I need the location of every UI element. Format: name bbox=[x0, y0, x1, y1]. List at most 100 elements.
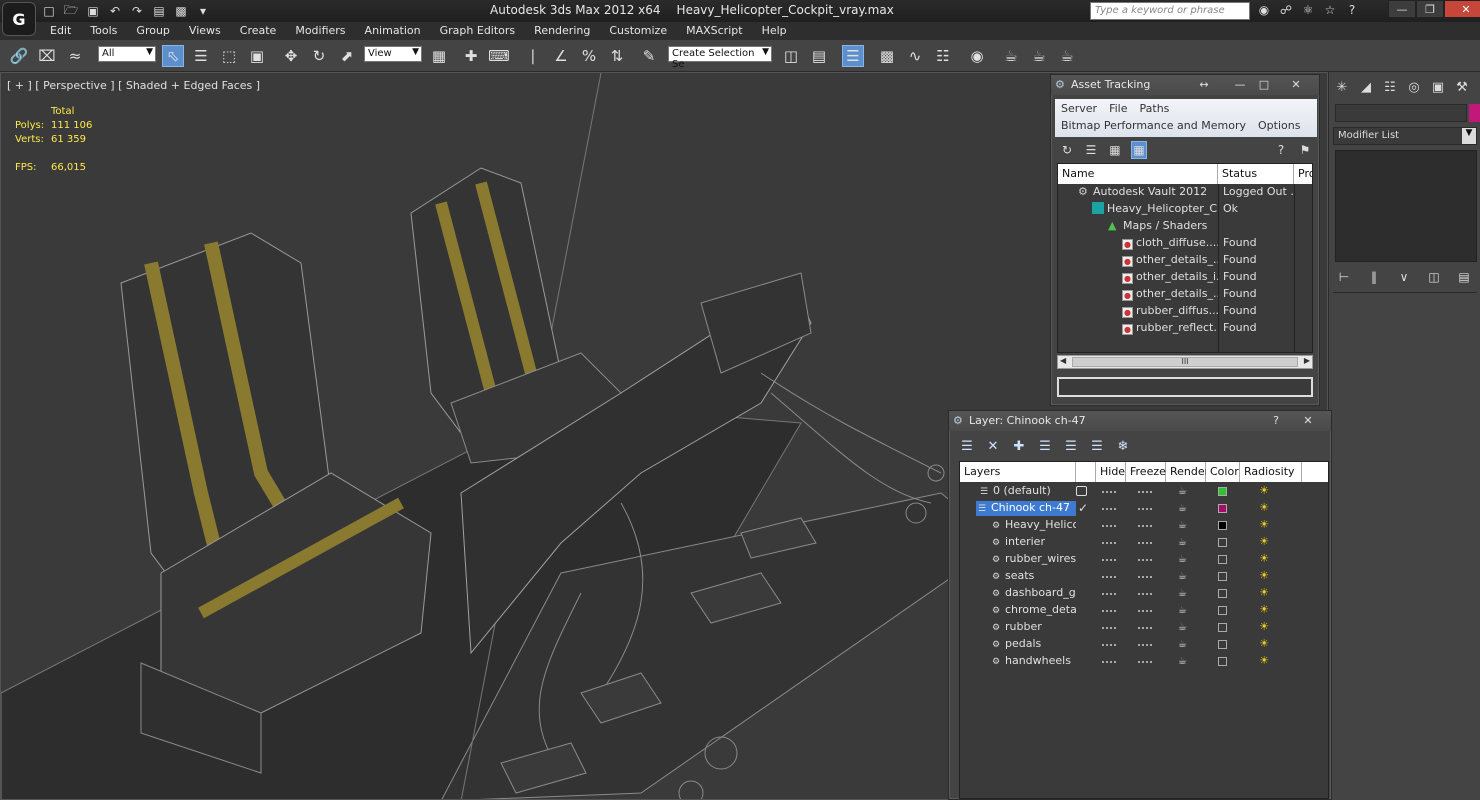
table-row[interactable]: ▲ Maps / Shaders bbox=[1058, 218, 1312, 235]
hide-unhide-all-layers-icon[interactable]: ☰ bbox=[1089, 437, 1105, 455]
select-objects-in-layer-icon[interactable]: ☰ bbox=[1037, 437, 1053, 455]
select-and-manipulate-icon[interactable]: ✚ bbox=[460, 45, 482, 67]
layer-row[interactable]: ⚙ rubber ☕ ☀ bbox=[960, 619, 1328, 636]
select-and-link-icon[interactable]: 🔗 bbox=[8, 45, 30, 67]
favorites-star-icon[interactable]: ☆ bbox=[1322, 2, 1338, 18]
close-button[interactable]: ✕ bbox=[1444, 0, 1480, 18]
layer-color-swatch[interactable] bbox=[1218, 504, 1227, 513]
table-view-icon[interactable]: ▦ bbox=[1130, 141, 1148, 159]
bind-to-space-warp-icon[interactable]: ≈ bbox=[64, 45, 86, 67]
project-folder-icon[interactable]: ▩ bbox=[172, 2, 190, 20]
hierarchy-tab-icon[interactable]: ☷ bbox=[1381, 78, 1399, 96]
save-file-icon[interactable]: ▣ bbox=[84, 2, 102, 20]
column-status[interactable]: Status bbox=[1218, 164, 1294, 184]
layer-color-swatch[interactable] bbox=[1218, 640, 1227, 649]
scrollbar-thumb[interactable]: III bbox=[1072, 357, 1298, 367]
hide-toggle[interactable] bbox=[1102, 610, 1116, 612]
freeze-toggle[interactable] bbox=[1138, 542, 1152, 544]
table-row[interactable]: ● other_details_i... Found bbox=[1058, 269, 1312, 286]
freeze-toggle[interactable] bbox=[1138, 593, 1152, 595]
column-render[interactable]: Render bbox=[1166, 462, 1209, 482]
freeze-toggle[interactable] bbox=[1138, 576, 1152, 578]
help-icon[interactable]: ? bbox=[1263, 413, 1289, 428]
schematic-view-icon[interactable]: ☷ bbox=[932, 45, 954, 67]
add-selected-to-layer-icon[interactable]: ✚ bbox=[1011, 437, 1027, 455]
select-and-move-icon[interactable]: ✥ bbox=[280, 45, 302, 67]
quick-access-dropdown-icon[interactable]: ▾ bbox=[194, 2, 212, 20]
layer-manager-icon[interactable]: ☰ bbox=[842, 45, 864, 67]
select-object-icon[interactable]: ⬁ bbox=[162, 45, 184, 67]
thumbnail-view-icon[interactable]: ▦ bbox=[1107, 141, 1123, 159]
column-freeze[interactable]: Freeze bbox=[1126, 462, 1166, 482]
render-teapot-icon[interactable]: ☕ bbox=[1178, 639, 1192, 650]
table-row[interactable]: ● rubber_diffus.... Found bbox=[1058, 303, 1312, 320]
close-icon[interactable]: ✕ bbox=[1283, 77, 1309, 92]
radiosity-light-icon[interactable]: ☀ bbox=[1256, 637, 1272, 652]
create-new-layer-icon[interactable]: ☰ bbox=[959, 437, 975, 455]
select-by-name-icon[interactable]: ☰ bbox=[190, 45, 212, 67]
render-teapot-icon[interactable]: ☕ bbox=[1178, 537, 1192, 548]
viewport-label[interactable]: [ + ] [ Perspective ] [ Shaded + Edged F… bbox=[7, 79, 260, 92]
list-view-icon[interactable]: ☰ bbox=[1083, 141, 1099, 159]
table-row[interactable]: ● cloth_diffuse.... Found bbox=[1058, 235, 1312, 252]
hide-toggle[interactable] bbox=[1102, 525, 1116, 527]
select-and-rotate-icon[interactable]: ↻ bbox=[308, 45, 330, 67]
menu-file[interactable]: File bbox=[1109, 102, 1127, 115]
remove-modifier-icon[interactable]: ◫ bbox=[1425, 268, 1443, 286]
layer-row[interactable]: ⚙ interier ☕ ☀ bbox=[960, 534, 1328, 551]
pin-stack-icon[interactable]: ⊢ bbox=[1335, 268, 1353, 286]
modifier-stack[interactable] bbox=[1335, 150, 1477, 262]
render-teapot-icon[interactable]: ☕ bbox=[1178, 622, 1192, 633]
application-button-icon[interactable]: G bbox=[2, 2, 36, 36]
layer-row[interactable]: ☰ 0 (default) ☕ ☀ bbox=[960, 483, 1328, 500]
context-help-icon[interactable]: ⚑ bbox=[1297, 141, 1313, 159]
freeze-toggle[interactable] bbox=[1138, 610, 1152, 612]
highlight-selected-layer-icon[interactable]: ☰ bbox=[1063, 437, 1079, 455]
menu-paths[interactable]: Paths bbox=[1140, 102, 1170, 115]
freeze-unfreeze-all-layers-icon[interactable]: ❄ bbox=[1115, 437, 1131, 455]
radiosity-light-icon[interactable]: ☀ bbox=[1256, 535, 1272, 550]
motion-tab-icon[interactable]: ◎ bbox=[1405, 78, 1423, 96]
undo-icon[interactable]: ↶ bbox=[106, 2, 124, 20]
hold-icon[interactable]: ▤ bbox=[150, 2, 168, 20]
help-icon[interactable]: ? bbox=[1273, 141, 1289, 159]
subscription-icon[interactable]: ☍ bbox=[1278, 2, 1294, 18]
radiosity-light-icon[interactable]: ☀ bbox=[1256, 484, 1272, 499]
render-teapot-icon[interactable]: ☕ bbox=[1178, 588, 1192, 599]
render-setup-icon[interactable]: ☕ bbox=[1000, 45, 1022, 67]
menu-create[interactable]: Create bbox=[234, 22, 290, 40]
rectangular-selection-icon[interactable]: ⬚ bbox=[218, 45, 240, 67]
scroll-left-icon[interactable]: ◀ bbox=[1060, 356, 1066, 365]
layer-row[interactable]: ⚙ handwheels ☕ ☀ bbox=[960, 653, 1328, 670]
layer-row-selected[interactable]: ☰ Chinook ch-47 ✓ ☕ ☀ bbox=[960, 500, 1328, 517]
layer-color-swatch[interactable] bbox=[1218, 623, 1227, 632]
current-layer-toggle-icon[interactable] bbox=[1076, 486, 1087, 496]
dock-arrows-icon[interactable]: ↔ bbox=[1191, 77, 1217, 92]
freeze-toggle[interactable] bbox=[1138, 508, 1152, 510]
layer-row[interactable]: ⚙ Heavy_Helicopte ☕ ☀ bbox=[960, 517, 1328, 534]
new-file-icon[interactable]: □ bbox=[40, 2, 58, 20]
radiosity-light-icon[interactable]: ☀ bbox=[1256, 518, 1272, 533]
create-tab-icon[interactable]: ✳ bbox=[1333, 78, 1351, 96]
menu-graph-editors[interactable]: Graph Editors bbox=[434, 22, 529, 40]
hide-toggle[interactable] bbox=[1102, 576, 1116, 578]
layer-color-swatch[interactable] bbox=[1218, 487, 1227, 496]
graphite-modeling-tools-icon[interactable]: ▩ bbox=[876, 45, 898, 67]
make-unique-icon[interactable]: ∨ bbox=[1395, 268, 1413, 286]
radiosity-light-icon[interactable]: ☀ bbox=[1256, 552, 1272, 567]
render-teapot-icon[interactable]: ☕ bbox=[1178, 605, 1192, 616]
keyboard-shortcut-override-icon[interactable]: ⌨ bbox=[488, 45, 510, 67]
menu-customize[interactable]: Customize bbox=[603, 22, 680, 40]
configure-modifier-sets-icon[interactable]: ▤ bbox=[1455, 268, 1473, 286]
menu-help[interactable]: Help bbox=[756, 22, 800, 40]
render-teapot-icon[interactable]: ☕ bbox=[1178, 520, 1192, 531]
reference-coordinate-dropdown[interactable]: View ▼ bbox=[364, 46, 422, 62]
minimize-button[interactable]: — bbox=[1388, 0, 1416, 18]
hide-toggle[interactable] bbox=[1102, 491, 1116, 493]
unlink-selection-icon[interactable]: ⌧ bbox=[36, 45, 58, 67]
layer-color-swatch[interactable] bbox=[1218, 657, 1227, 666]
select-and-scale-icon[interactable]: ⬈ bbox=[336, 45, 358, 67]
modifier-list-dropdown[interactable]: Modifier List ▼ bbox=[1333, 127, 1477, 145]
modify-tab-icon[interactable]: ◢ bbox=[1357, 78, 1375, 96]
rendered-frame-window-icon[interactable]: ☕ bbox=[1028, 45, 1050, 67]
